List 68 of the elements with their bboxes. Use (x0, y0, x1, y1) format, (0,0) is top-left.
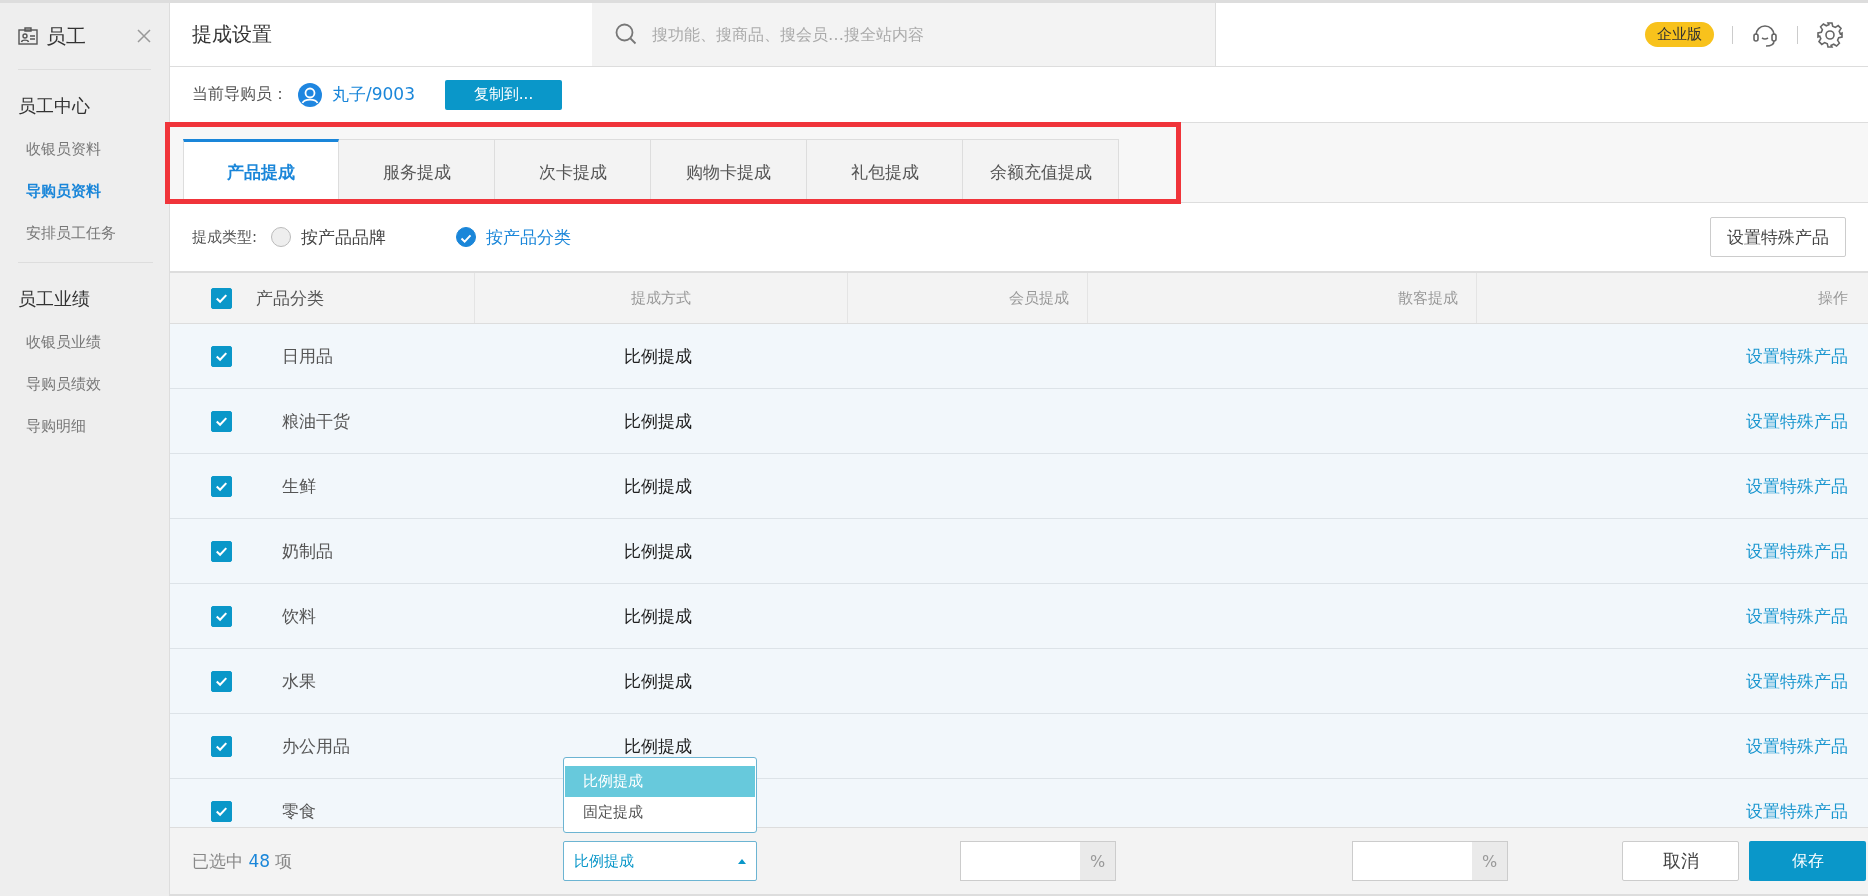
sidebar-title: 员工 (46, 22, 87, 50)
search-field[interactable]: 搜功能、搜商品、搜会员…搜全站内容 (592, 3, 1215, 66)
copy-button[interactable]: 复制到... (445, 79, 562, 110)
row-checkbox[interactable] (211, 345, 232, 367)
column-header: 产品分类 (256, 286, 324, 310)
special-product-link[interactable]: 设置特殊产品 (1746, 344, 1848, 368)
category-cell: 水果 (282, 669, 316, 693)
radio-button[interactable] (271, 227, 292, 247)
id-card-icon (18, 27, 38, 45)
special-product-link[interactable]: 设置特殊产品 (1746, 604, 1848, 628)
cancel-button[interactable]: 取消 (1622, 841, 1739, 881)
sidebar-group-title: 员工业绩 (18, 287, 91, 311)
column-header: 散客提成 (1398, 288, 1458, 308)
row-checkbox[interactable] (211, 800, 232, 822)
edition-badge: 企业版 (1645, 22, 1714, 47)
sidebar-item[interactable]: 导购员绩效 (18, 363, 153, 405)
user-avatar-icon (298, 82, 322, 107)
method-cell: 比例提成 (624, 604, 692, 628)
row-checkbox[interactable] (211, 670, 232, 692)
selected-count-text: 已选中 48 项 (192, 849, 294, 873)
special-product-link[interactable]: 设置特殊产品 (1746, 734, 1848, 758)
radio-label[interactable]: 按产品品牌 (301, 225, 387, 249)
row-checkbox[interactable] (211, 605, 232, 627)
special-product-link[interactable]: 设置特殊产品 (1746, 409, 1848, 433)
sidebar-item[interactable]: 导购明细 (18, 405, 153, 447)
select-all-checkbox[interactable] (211, 287, 232, 309)
caret-up-icon (738, 858, 746, 864)
special-product-link[interactable]: 设置特殊产品 (1746, 474, 1848, 498)
radio-label[interactable]: 按产品分类 (486, 225, 572, 249)
special-product-link[interactable]: 设置特殊产品 (1746, 669, 1848, 693)
row-checkbox[interactable] (211, 735, 232, 757)
row-checkbox[interactable] (211, 475, 232, 497)
method-cell: 比例提成 (624, 474, 692, 498)
sidebar-item[interactable]: 安排员工任务 (18, 212, 153, 254)
special-product-link[interactable]: 设置特殊产品 (1746, 799, 1848, 823)
method-cell: 比例提成 (624, 669, 692, 693)
staff-name[interactable]: 丸子/9003 (332, 83, 415, 106)
dropdown-option[interactable]: 固定提成 (565, 797, 755, 828)
column-header: 会员提成 (1009, 288, 1069, 308)
sidebar-item[interactable]: 收银员资料 (18, 128, 153, 170)
save-button[interactable]: 保存 (1749, 841, 1866, 881)
radio-button[interactable] (456, 227, 477, 247)
sidebar-item[interactable]: 导购员资料 (18, 170, 153, 212)
category-cell: 粮油干货 (282, 409, 350, 433)
settings-icon[interactable] (1816, 20, 1844, 49)
type-label: 提成类型: (192, 227, 258, 247)
category-cell: 生鲜 (282, 474, 316, 498)
category-cell: 奶制品 (282, 539, 333, 563)
method-cell: 比例提成 (624, 734, 692, 758)
staff-label: 当前导购员： (192, 84, 288, 105)
category-cell: 日用品 (282, 344, 333, 368)
sidebar-item[interactable]: 收银员业绩 (18, 321, 153, 363)
row-checkbox[interactable] (211, 410, 232, 432)
category-cell: 办公用品 (282, 734, 350, 758)
sidebar-group-title: 员工中心 (18, 94, 91, 118)
row-checkbox[interactable] (211, 540, 232, 562)
category-cell: 饮料 (282, 604, 316, 628)
close-icon[interactable] (137, 29, 151, 43)
method-cell: 比例提成 (624, 344, 692, 368)
column-header: 提成方式 (631, 288, 691, 308)
method-cell: 比例提成 (624, 539, 692, 563)
method-select[interactable]: 比例提成 (563, 841, 757, 881)
special-product-link[interactable]: 设置特殊产品 (1746, 539, 1848, 563)
special-product-button[interactable]: 设置特殊产品 (1710, 217, 1846, 257)
page-title: 提成设置 (191, 21, 273, 48)
method-cell: 比例提成 (624, 409, 692, 433)
category-cell: 零食 (282, 799, 316, 823)
column-header: 操作 (1818, 288, 1848, 308)
